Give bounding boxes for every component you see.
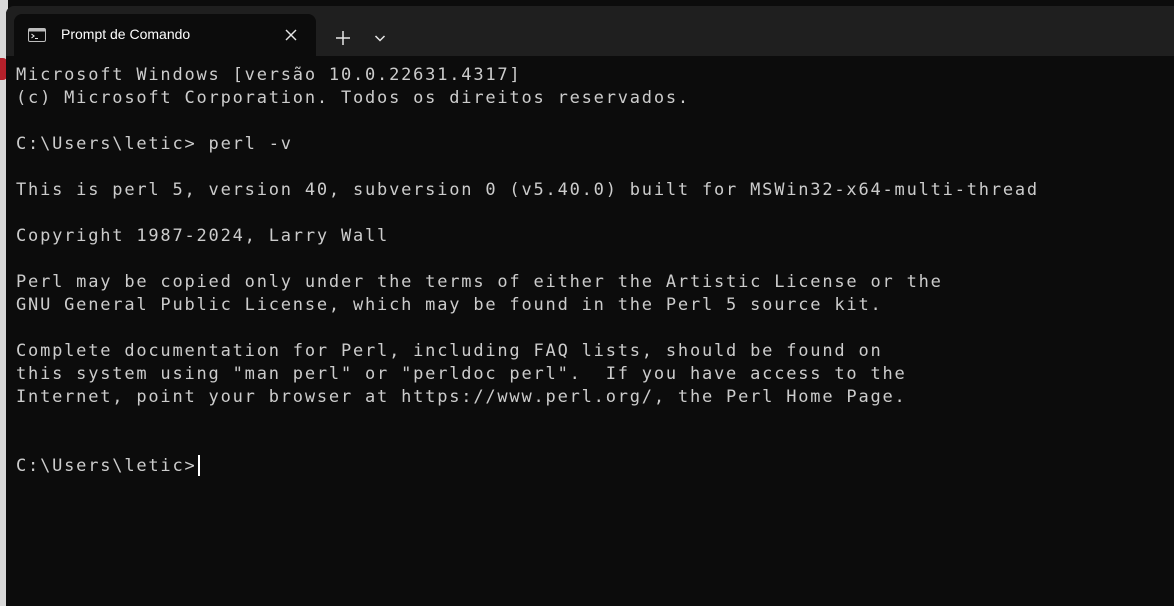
terminal-line: C:\Users\letic> perl -v [16, 134, 293, 154]
terminal-lines: Microsoft Windows [versão 10.0.22631.431… [16, 64, 1039, 478]
terminal-window: Prompt de Comando Microsoft Windows [ver… [6, 6, 1174, 606]
text-cursor [197, 455, 200, 476]
tab-dropdown-button[interactable] [366, 24, 394, 52]
terminal-output[interactable]: Microsoft Windows [versão 10.0.22631.431… [6, 56, 1174, 606]
title-bar: Prompt de Comando [6, 6, 1174, 56]
tab-prompt-de-comando[interactable]: Prompt de Comando [14, 14, 316, 56]
terminal-icon [28, 28, 46, 42]
terminal-line: GNU General Public License, which may be… [16, 295, 883, 315]
new-tab-button[interactable] [328, 24, 358, 52]
terminal-line: (c) Microsoft Corporation. Todos os dire… [16, 88, 690, 108]
terminal-line: Copyright 1987-2024, Larry Wall [16, 226, 390, 246]
terminal-line: Complete documentation for Perl, includi… [16, 341, 883, 361]
plus-icon [336, 31, 350, 45]
tab-title: Prompt de Comando [61, 26, 191, 42]
terminal-line: this system using "man perl" or "perldoc… [16, 364, 907, 384]
terminal-line: C:\Users\letic> [16, 455, 1039, 478]
chevron-down-icon [374, 35, 386, 42]
terminal-line: Microsoft Windows [versão 10.0.22631.431… [16, 65, 522, 85]
terminal-line: Internet, point your browser at https://… [16, 387, 907, 407]
terminal-line: This is perl 5, version 40, subversion 0… [16, 180, 1039, 200]
close-icon[interactable] [282, 26, 300, 44]
terminal-line: Perl may be copied only under the terms … [16, 272, 943, 292]
